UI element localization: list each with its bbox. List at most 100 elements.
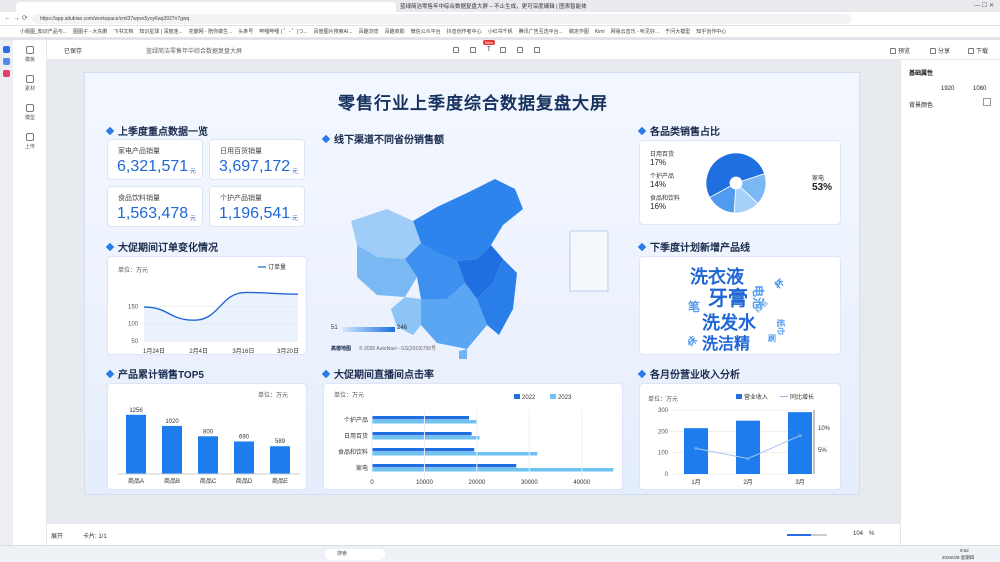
bar-label: 589 <box>275 439 286 445</box>
table-icon[interactable] <box>470 47 476 53</box>
nav-item-0[interactable]: 模板 <box>13 46 47 63</box>
zoom-unit: % <box>869 531 875 537</box>
bookmark-item[interactable]: 知乎创作中心 <box>696 28 726 35</box>
revenue-chart[interactable]: 营业收入 同比增长 0 100 200 300 1月 2月 3月 5% 10% <box>640 386 842 491</box>
bar[interactable] <box>270 446 290 474</box>
kpi-unit: 元 <box>292 216 299 222</box>
pie-chart[interactable] <box>700 147 780 219</box>
wordcloud-word: 袜 <box>688 332 700 350</box>
bar[interactable] <box>788 412 812 474</box>
growth-point[interactable] <box>798 434 802 438</box>
preview-button[interactable]: 预览 <box>890 46 910 55</box>
bookmark-item[interactable]: 花瓣网 - 陪你做生... <box>189 28 233 35</box>
y-tick: 150 <box>128 304 139 310</box>
section-title: 下季度计划新增产品线 <box>637 239 750 254</box>
bar[interactable] <box>162 425 182 474</box>
hbar[interactable] <box>372 452 538 456</box>
window-controls[interactable]: — ☐ ✕ <box>974 2 994 9</box>
share-button[interactable]: 分享 <box>930 46 950 55</box>
app-icon[interactable] <box>3 58 10 65</box>
kpi-label: 日用百货销量 <box>220 148 262 155</box>
kpi-value: 1,563,478 <box>117 205 189 222</box>
hbar[interactable] <box>372 448 475 452</box>
bookmarks-bar: 小题图_知识产品与... 图图子 - 大东鹏 飞书文档 知识星球 | 深度连... 花瓣… <box>0 26 1000 38</box>
bg-color-swatch[interactable] <box>983 98 991 106</box>
hbar[interactable] <box>372 464 517 468</box>
bar[interactable] <box>234 441 254 474</box>
wordcloud-card: 洗衣液 牙膏 洗发水 洗洁精 电池笔红包 纸巾袜杯刷 <box>639 256 841 355</box>
doc-title[interactable]: 蓝绿简洁零售年中综合数据复盘大屏 <box>146 46 242 55</box>
media-icon[interactable] <box>533 47 540 53</box>
word-cloud[interactable]: 洗衣液牙膏洗发水洗洁精电池笔 红包纸巾袜杯刷 <box>688 261 798 353</box>
nav-arrows-icon[interactable]: ← → ⟳ <box>4 14 28 22</box>
dashboard-canvas[interactable]: 零售行业上季度综合数据复盘大屏 上季度重点数据一览 线下渠道不同省份销售额 51… <box>84 72 860 495</box>
zoom-level[interactable]: 104 <box>853 531 863 537</box>
url-input[interactable]: https://app.aitubiao.com/workspace/cml37… <box>32 14 852 24</box>
bookmark-item[interactable]: 哔哩哔哩 ( ゜- ゜)つ... <box>259 28 307 35</box>
chart-icon[interactable] <box>453 47 459 53</box>
bookmark-item[interactable]: 稿定作图 <box>569 28 589 35</box>
bookmark-item[interactable]: 网易云音乐 - 听见好... <box>611 28 660 35</box>
bar[interactable] <box>198 436 218 474</box>
hbar[interactable] <box>372 416 470 420</box>
nav-item-3[interactable]: 上传 <box>13 133 47 150</box>
app-icon[interactable] <box>3 46 10 53</box>
app-icon[interactable] <box>3 70 10 77</box>
growth-point[interactable] <box>746 457 750 461</box>
height-input[interactable]: 1080 <box>973 86 986 92</box>
download-button[interactable]: 下载 <box>968 46 988 55</box>
expand-button[interactable]: 展开 <box>51 531 63 540</box>
image-icon[interactable] <box>516 47 523 53</box>
bookmark-item[interactable]: 小题图_知识产品与... <box>20 28 67 35</box>
zoom-slider[interactable] <box>787 534 827 536</box>
legend-swatch <box>736 394 742 399</box>
bar[interactable] <box>736 420 760 474</box>
bar[interactable] <box>684 428 708 474</box>
wordcloud-word: 刷 <box>767 333 776 343</box>
shape-icon[interactable] <box>499 47 506 53</box>
line-chart[interactable]: 50 100 150 1月24日 2月4日 3月16日 3月20日 订单量 <box>108 263 308 356</box>
bookmark-item[interactable]: Kimi <box>595 29 605 35</box>
active-tab[interactable] <box>16 2 396 12</box>
bookmark-item[interactable]: 小红书千帆 <box>488 28 513 35</box>
section-title: 上季度重点数据一览 <box>105 123 208 138</box>
y-tick: 0 <box>665 472 669 478</box>
bookmark-item[interactable]: 知识星球 | 深度连... <box>139 28 182 35</box>
hbar[interactable] <box>372 436 480 440</box>
pie-card: 日用百货 17% 个护产品 14% 食品和饮料 16% 家电 53% <box>639 140 841 225</box>
bar-label: 690 <box>239 434 250 440</box>
x-tick: 商品D <box>236 477 253 485</box>
bookmark-item[interactable]: 千问大模型 <box>665 28 690 35</box>
text-tool-icon[interactable]: T <box>487 47 491 53</box>
nav-icon <box>26 75 34 83</box>
width-input[interactable]: 1920 <box>941 86 954 92</box>
bar[interactable] <box>126 414 146 474</box>
hbar[interactable] <box>372 432 472 436</box>
bookmark-item[interactable]: 百度图片搜索AI... <box>314 28 353 35</box>
bookmark-item[interactable]: 微信公众平台 <box>411 28 441 35</box>
kpi-unit: 元 <box>190 169 197 175</box>
nav-item-1[interactable]: 素材 <box>13 75 47 92</box>
top5-bar-chart[interactable]: 1256 商品A 1020 商品B 800 商品C 690 商品D 589 商品E <box>108 396 308 491</box>
hbar[interactable] <box>372 468 614 472</box>
bookmark-item[interactable]: 百趣商助 <box>385 28 405 35</box>
line-area <box>144 292 298 341</box>
y-tick: 300 <box>658 408 669 414</box>
hbar-chart[interactable]: 2022 2023 个护产品日用百货食品和饮料家电 0 10000 20000 30000 4… <box>324 386 624 491</box>
bookmark-item[interactable]: 飞书文档 <box>113 28 133 35</box>
bookmark-item[interactable]: 图图子 - 大东鹏 <box>73 28 107 35</box>
bar-label: 1256 <box>129 408 143 414</box>
map-copyright: © 2026 AutoNavi - GS(2019)756号 <box>359 346 437 352</box>
taskbar-search[interactable]: 搜索 <box>325 549 385 560</box>
legend-min: 51 <box>331 325 338 331</box>
bottom-bar: 展开 卡片: 1/1 104 % <box>47 523 900 545</box>
bookmark-item[interactable]: 腾讯广告互选平台... <box>519 28 563 35</box>
nav-item-2[interactable]: 模型 <box>13 104 47 121</box>
bookmark-item[interactable]: 头条号 <box>238 28 253 35</box>
growth-point[interactable] <box>694 446 698 450</box>
bookmark-item[interactable]: 抖音创作者中心 <box>447 28 482 35</box>
bookmark-item[interactable]: 百趣浏览 <box>359 28 379 35</box>
line-card: 单位：万元 50 100 150 1月24日 2月4日 3月16日 3月20日 订单量 <box>107 256 307 355</box>
kpi-unit: 元 <box>292 169 299 175</box>
legend-swatch <box>514 394 520 399</box>
